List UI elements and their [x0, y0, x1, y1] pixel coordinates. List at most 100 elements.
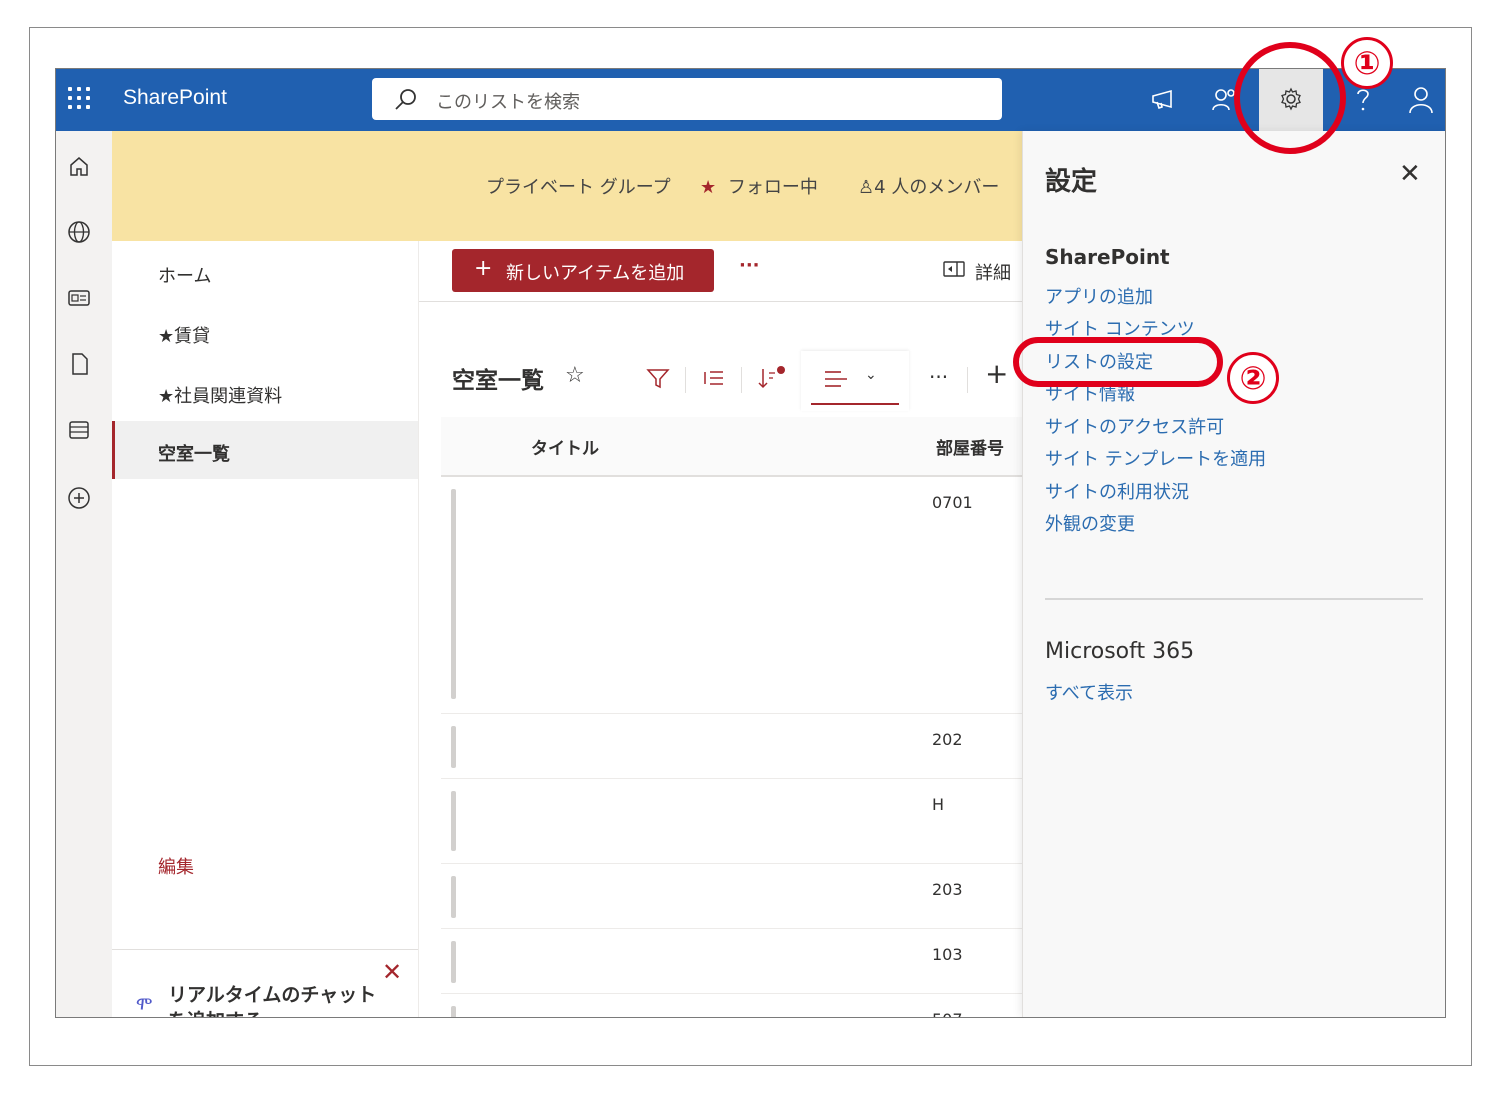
settings-title: 設定	[1045, 167, 1098, 197]
table-row[interactable]: 203	[441, 864, 1041, 929]
create-icon[interactable]	[66, 485, 92, 511]
nav-item-label: ★賃貸	[158, 326, 211, 347]
app-name[interactable]: SharePoint	[123, 86, 227, 110]
list-icon[interactable]	[66, 417, 92, 443]
teams-icon: ሞ	[136, 994, 153, 1015]
settings-panel: 設定 ✕ SharePoint アプリの追加 サイト コンテンツ リストの設定 …	[1022, 131, 1445, 1017]
list-title: 空室一覧	[452, 368, 544, 394]
follow-button[interactable]: ★ フォロー中	[700, 173, 818, 199]
room-number-cell: 0701	[932, 493, 973, 512]
star-filled-icon: ★	[700, 177, 717, 198]
step1-badge: ①	[1341, 37, 1393, 89]
table-row[interactable]: 0701	[441, 477, 1041, 714]
divider	[685, 367, 686, 393]
list-content: + 新しいアイテムを追加 ··· 詳細 空室一覧 ☆ ⌄ ··· + タイトル …	[419, 241, 1041, 1017]
account-icon[interactable]	[1406, 85, 1436, 115]
new-item-button[interactable]: + 新しいアイテムを追加	[452, 249, 714, 292]
room-number-cell: 202	[932, 730, 963, 749]
table-row[interactable]: 507	[441, 994, 1041, 1017]
close-icon[interactable]: ✕	[382, 958, 402, 986]
table-row[interactable]: 103	[441, 929, 1041, 994]
follow-label: フォロー中	[727, 177, 818, 198]
globe-icon[interactable]	[66, 219, 92, 245]
view-header: 空室一覧 ☆ ⌄ ··· +	[419, 351, 1022, 411]
members-button[interactable]: ♙4 人のメンバー	[858, 173, 999, 199]
news-icon[interactable]	[66, 285, 92, 311]
plus-icon: +	[474, 256, 493, 281]
details-pane-icon	[943, 261, 965, 277]
list-view-icon	[825, 371, 847, 387]
sharepoint-window: SharePoint このリストを検索 プライベート グループ ★ フォロー中 …	[55, 68, 1446, 1018]
view-more-button[interactable]: ···	[929, 365, 948, 389]
divider	[967, 367, 968, 393]
room-number-cell: 507	[932, 1010, 963, 1017]
column-header-room[interactable]: 部屋番号	[936, 434, 1004, 459]
microsoft-365-heading: Microsoft 365	[1045, 639, 1195, 664]
help-icon[interactable]	[1348, 85, 1378, 115]
room-number-cell: 103	[932, 945, 963, 964]
chat-promo-line2: を追加する	[168, 1006, 263, 1017]
active-underline	[811, 403, 899, 405]
apply-site-template-link[interactable]: サイト テンプレートを適用	[1045, 445, 1266, 471]
app-launcher-icon[interactable]	[68, 87, 92, 111]
home-icon[interactable]	[66, 153, 92, 179]
step1-highlight-circle	[1234, 42, 1346, 154]
nav-item-home[interactable]: ホーム	[112, 243, 418, 301]
nav-item-vacancy-list[interactable]: 空室一覧	[112, 421, 418, 479]
table-row[interactable]: H	[441, 779, 1041, 864]
column-header-title[interactable]: タイトル	[531, 434, 599, 459]
details-pane-button[interactable]: 詳細	[943, 259, 1011, 284]
row-selector[interactable]	[451, 726, 456, 768]
sharepoint-heading: SharePoint	[1045, 245, 1170, 269]
nav-item-label: ホーム	[158, 266, 212, 287]
table-row[interactable]: 202	[441, 714, 1041, 779]
change-look-link[interactable]: 外観の変更	[1045, 510, 1135, 536]
row-selector[interactable]	[451, 489, 456, 699]
members-label: 4 人のメンバー	[874, 177, 1000, 198]
search-box[interactable]: このリストを検索	[372, 78, 1002, 120]
megaphone-icon[interactable]	[1148, 85, 1178, 115]
step2-badge: ②	[1227, 352, 1279, 404]
add-app-link[interactable]: アプリの追加	[1045, 283, 1153, 309]
edit-nav-link[interactable]: 編集	[158, 853, 194, 879]
favorite-star-icon[interactable]: ☆	[565, 363, 585, 388]
room-number-cell: 203	[932, 880, 963, 899]
app-bar	[56, 131, 113, 1017]
group-by-icon[interactable]	[701, 365, 727, 391]
site-permissions-link[interactable]: サイトのアクセス許可	[1045, 413, 1224, 439]
nav-item-rental[interactable]: ★賃貸	[112, 303, 418, 361]
more-commands-button[interactable]: ···	[739, 255, 760, 276]
filter-icon[interactable]	[645, 365, 671, 391]
show-all-link[interactable]: すべて表示	[1045, 679, 1133, 705]
search-input[interactable]: このリストを検索	[436, 88, 580, 114]
person-icon: ♙	[858, 177, 875, 198]
add-column-button[interactable]: +	[985, 357, 1008, 390]
grid-header: タイトル 部屋番号	[441, 417, 1041, 477]
site-usage-link[interactable]: サイトの利用状況	[1045, 478, 1189, 504]
privacy-label: プライベート グループ	[486, 177, 671, 198]
step2-highlight-oval	[1013, 337, 1223, 387]
chat-promo-line1: リアルタイムのチャット	[168, 984, 377, 1006]
file-icon[interactable]	[66, 351, 92, 377]
row-selector[interactable]	[451, 876, 456, 918]
divider	[741, 367, 742, 393]
nav-item-label: 空室一覧	[158, 444, 230, 465]
row-selector[interactable]	[451, 791, 456, 851]
command-bar: + 新しいアイテムを追加 ··· 詳細	[419, 241, 1022, 302]
left-nav: ホーム ★賃貸 ★社員関連資料 空室一覧 編集 ✕ ሞ リアルタイムのチャット …	[112, 241, 419, 1017]
row-selector[interactable]	[451, 941, 456, 983]
room-number-cell: H	[932, 795, 945, 814]
close-icon[interactable]: ✕	[1399, 159, 1421, 189]
sort-icon[interactable]	[757, 365, 787, 391]
nav-item-label: ★社員関連資料	[158, 386, 283, 407]
list-grid: タイトル 部屋番号 0701 202 H 203 103	[441, 417, 1041, 1017]
new-item-label: 新しいアイテムを追加	[506, 263, 685, 284]
row-selector[interactable]	[451, 1006, 456, 1017]
teams-chat-promo[interactable]: ✕ ሞ リアルタイムのチャット を追加する	[112, 949, 418, 1017]
details-label: 詳細	[975, 263, 1011, 284]
nav-item-employee-docs[interactable]: ★社員関連資料	[112, 363, 418, 421]
site-header: プライベート グループ ★ フォロー中 ♙4 人のメンバー	[112, 131, 1022, 241]
search-icon	[395, 89, 416, 110]
divider	[1045, 598, 1423, 600]
view-switcher[interactable]: ⌄	[801, 351, 909, 411]
